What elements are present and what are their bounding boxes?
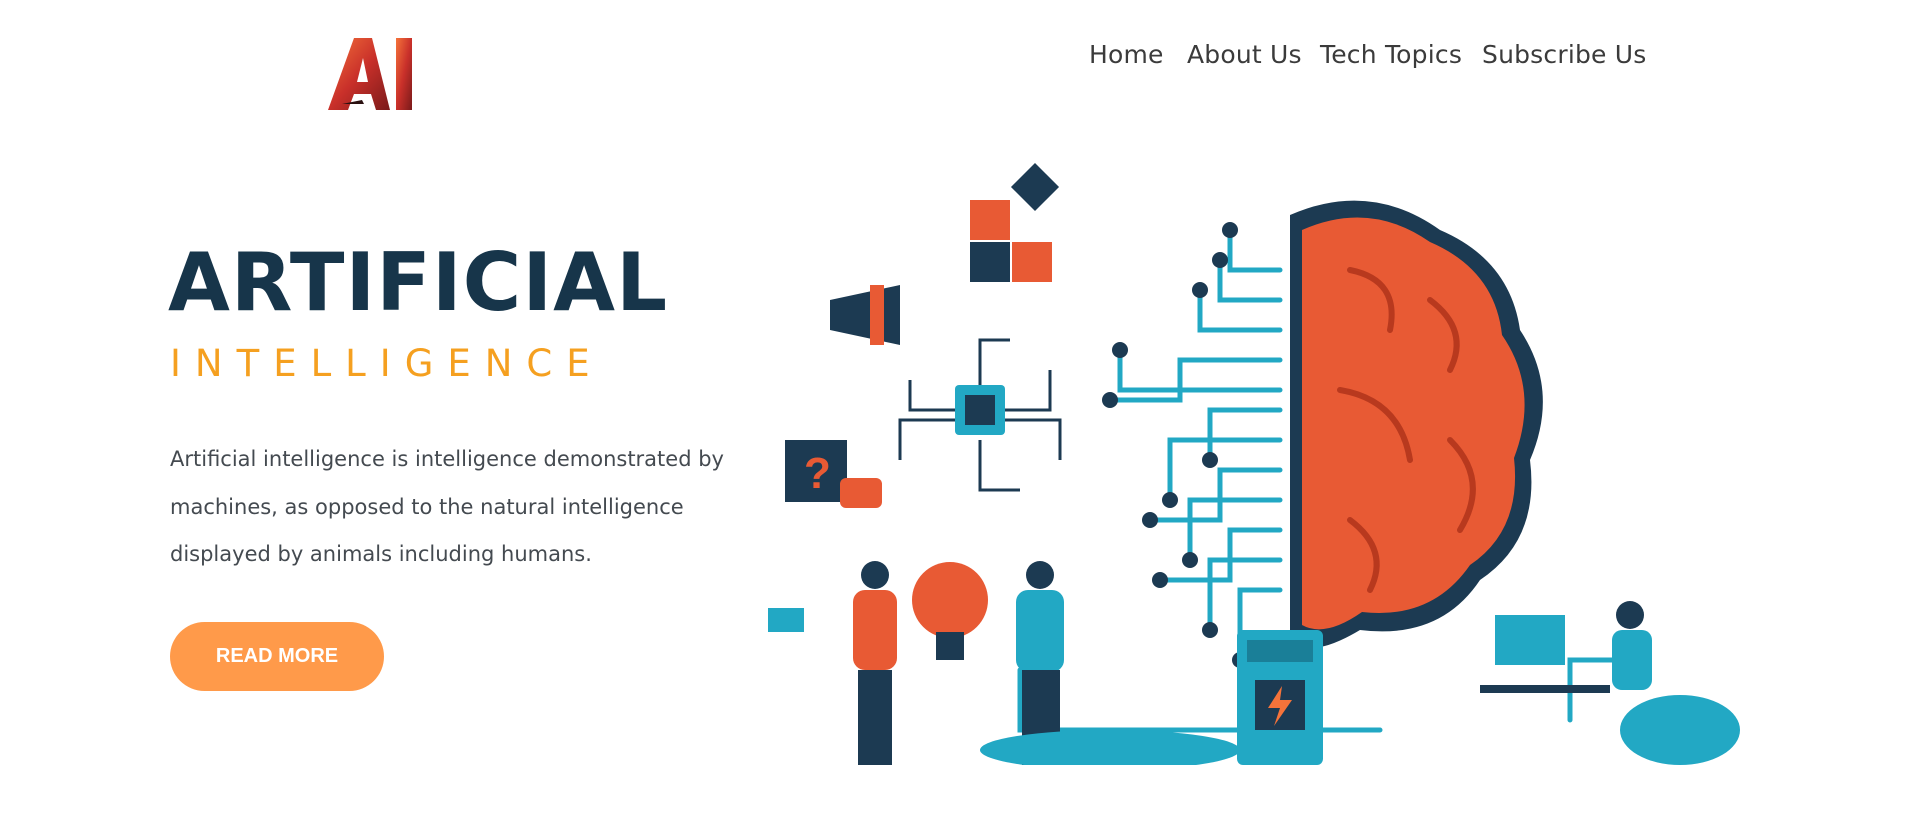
megaphone xyxy=(830,285,900,345)
read-more-button[interactable]: READ MORE xyxy=(170,622,384,691)
puzzle-piece xyxy=(970,200,1010,240)
main-nav: Home About Us Tech Topics Subscribe Us xyxy=(0,40,1920,76)
battery xyxy=(1237,630,1323,765)
nav-about-us[interactable]: About Us xyxy=(1187,40,1302,69)
person-left xyxy=(768,561,897,765)
light-bulb xyxy=(912,562,988,660)
nav-tech-topics[interactable]: Tech Topics xyxy=(1320,40,1462,69)
svg-text:?: ? xyxy=(804,449,831,498)
hero-subtitle: INTELLIGENCE xyxy=(170,342,604,385)
nav-home[interactable]: Home xyxy=(1089,40,1164,69)
person-right xyxy=(1480,601,1740,765)
circuit-nodes xyxy=(1102,222,1248,668)
brain xyxy=(1290,200,1543,648)
nav-subscribe-us[interactable]: Subscribe Us xyxy=(1482,40,1647,69)
ai-brain-illustration: ? xyxy=(768,162,1740,765)
hero-title: ARTIFICIAL xyxy=(168,236,669,329)
hero-description: Artificial intelligence is intelligence … xyxy=(170,447,724,566)
